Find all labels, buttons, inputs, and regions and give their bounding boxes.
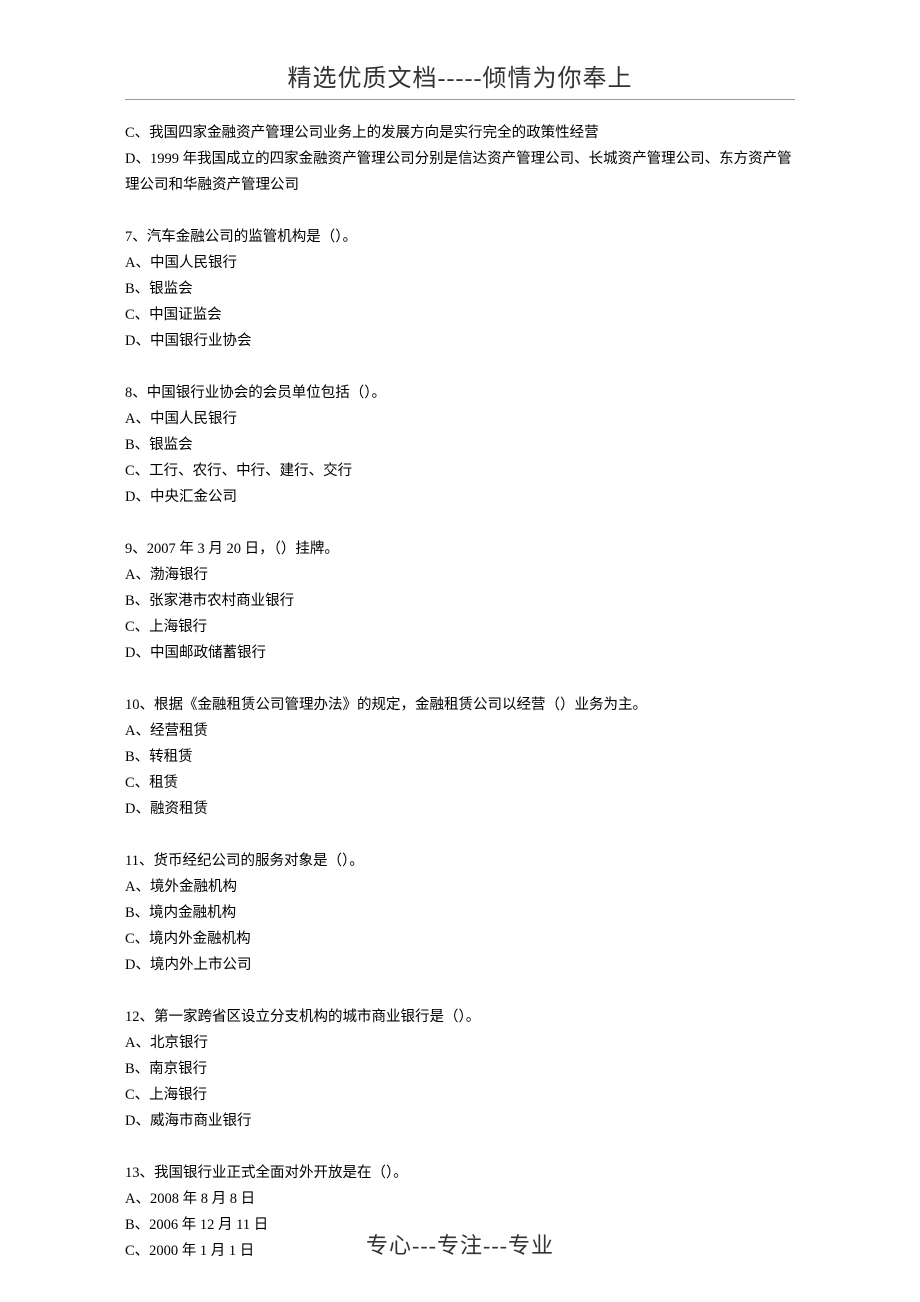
option-line: C、境内外金融机构	[125, 926, 795, 952]
page-footer: 专心---专注---专业	[0, 1228, 920, 1260]
option-line: C、上海银行	[125, 1082, 795, 1108]
option-line: C、中国证监会	[125, 302, 795, 328]
option-line: A、中国人民银行	[125, 406, 795, 432]
option-line: A、北京银行	[125, 1030, 795, 1056]
question-stem: 12、第一家跨省区设立分支机构的城市商业银行是（）。	[125, 1004, 795, 1030]
orphan-option-block: C、我国四家金融资产管理公司业务上的发展方向是实行完全的政策性经营 D、1999…	[125, 120, 795, 198]
question-stem: 10、根据《金融租赁公司管理办法》的规定，金融租赁公司以经营（）业务为主。	[125, 692, 795, 718]
question-stem: 9、2007 年 3 月 20 日，（）挂牌。	[125, 536, 795, 562]
question-stem: 7、汽车金融公司的监管机构是（）。	[125, 224, 795, 250]
option-line: B、张家港市农村商业银行	[125, 588, 795, 614]
option-line: C、工行、农行、中行、建行、交行	[125, 458, 795, 484]
header-rule	[125, 99, 795, 100]
question-block: 11、货币经纪公司的服务对象是（）。 A、境外金融机构 B、境内金融机构 C、境…	[125, 848, 795, 978]
option-line: A、中国人民银行	[125, 250, 795, 276]
option-line: D、中国邮政储蓄银行	[125, 640, 795, 666]
page-header: 精选优质文档-----倾情为你奉上	[125, 58, 795, 99]
question-block: 12、第一家跨省区设立分支机构的城市商业银行是（）。 A、北京银行 B、南京银行…	[125, 1004, 795, 1134]
option-line: D、境内外上市公司	[125, 952, 795, 978]
question-stem: 13、我国银行业正式全面对外开放是在（）。	[125, 1160, 795, 1186]
document-body: C、我国四家金融资产管理公司业务上的发展方向是实行完全的政策性经营 D、1999…	[125, 120, 795, 1264]
option-line: A、2008 年 8 月 8 日	[125, 1186, 795, 1212]
option-line: C、租赁	[125, 770, 795, 796]
option-line: D、威海市商业银行	[125, 1108, 795, 1134]
option-line: D、1999 年我国成立的四家金融资产管理公司分别是信达资产管理公司、长城资产管…	[125, 146, 795, 198]
option-line: B、境内金融机构	[125, 900, 795, 926]
question-block: 10、根据《金融租赁公司管理办法》的规定，金融租赁公司以经营（）业务为主。 A、…	[125, 692, 795, 822]
option-line: B、银监会	[125, 432, 795, 458]
option-line: D、融资租赁	[125, 796, 795, 822]
option-line: A、经营租赁	[125, 718, 795, 744]
question-block: 7、汽车金融公司的监管机构是（）。 A、中国人民银行 B、银监会 C、中国证监会…	[125, 224, 795, 354]
option-line: A、渤海银行	[125, 562, 795, 588]
option-line: D、中央汇金公司	[125, 484, 795, 510]
option-line: C、我国四家金融资产管理公司业务上的发展方向是实行完全的政策性经营	[125, 120, 795, 146]
option-line: C、上海银行	[125, 614, 795, 640]
option-line: D、中国银行业协会	[125, 328, 795, 354]
option-line: B、银监会	[125, 276, 795, 302]
option-line: B、南京银行	[125, 1056, 795, 1082]
option-line: B、转租赁	[125, 744, 795, 770]
question-block: 8、中国银行业协会的会员单位包括（）。 A、中国人民银行 B、银监会 C、工行、…	[125, 380, 795, 510]
question-stem: 11、货币经纪公司的服务对象是（）。	[125, 848, 795, 874]
question-block: 9、2007 年 3 月 20 日，（）挂牌。 A、渤海银行 B、张家港市农村商…	[125, 536, 795, 666]
option-line: A、境外金融机构	[125, 874, 795, 900]
question-stem: 8、中国银行业协会的会员单位包括（）。	[125, 380, 795, 406]
